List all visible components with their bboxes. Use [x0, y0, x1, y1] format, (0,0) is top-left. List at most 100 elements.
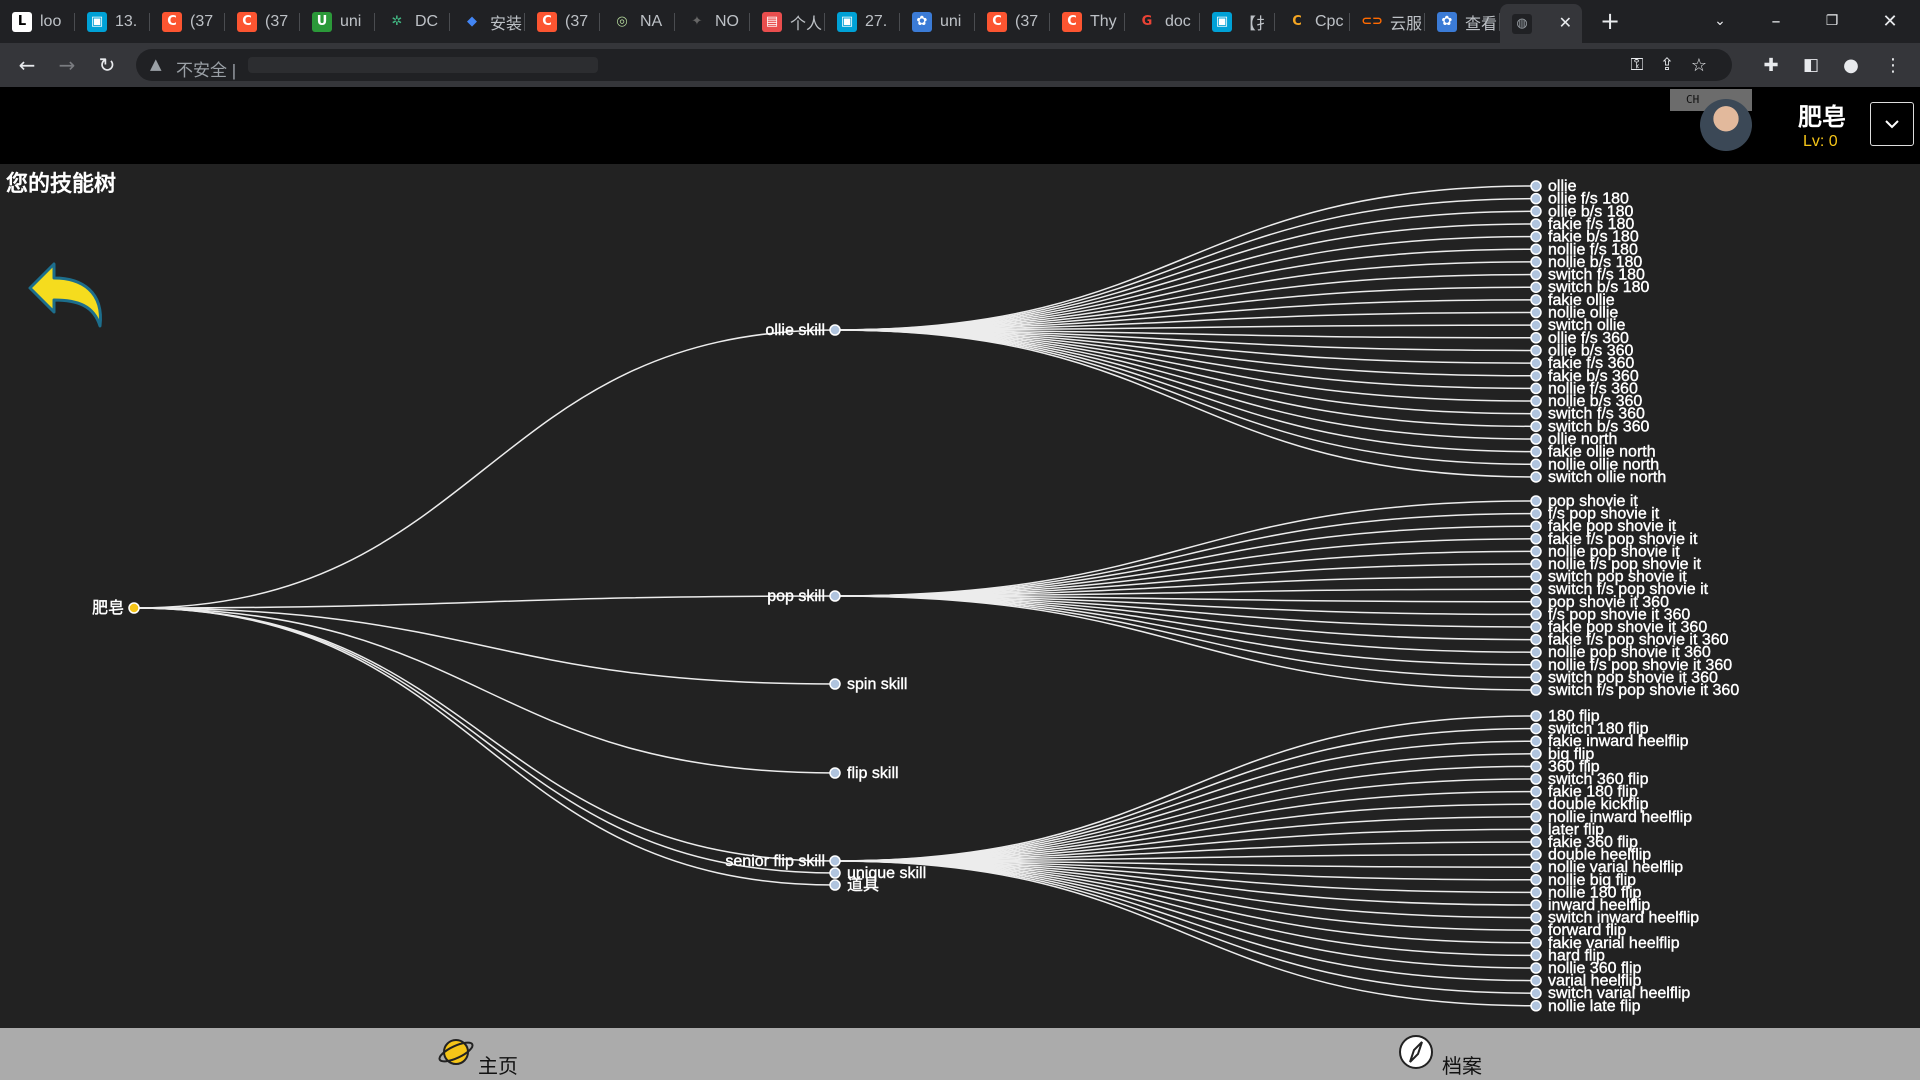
trick-node[interactable] [1530, 949, 1542, 962]
trick-node[interactable] [1530, 570, 1542, 583]
trick-node[interactable] [1530, 760, 1542, 773]
trick-node[interactable] [1530, 180, 1542, 192]
trick-node[interactable] [1530, 924, 1542, 936]
browser-tab[interactable]: C (37 [975, 4, 1050, 39]
trick-node[interactable] [1530, 306, 1542, 319]
forward-arrow-icon[interactable]: → [52, 50, 82, 80]
browser-tab[interactable]: ▣ 27. [825, 4, 900, 39]
trick-node[interactable] [1530, 823, 1542, 836]
skill-node-1[interactable] [829, 590, 841, 602]
trick-node[interactable] [1530, 596, 1542, 608]
key-icon[interactable]: ⚿ [1622, 50, 1652, 80]
trick-node[interactable] [1530, 243, 1542, 255]
trick-node[interactable] [1530, 382, 1542, 395]
user-dropdown-button[interactable] [1870, 102, 1914, 146]
trick-node[interactable] [1530, 344, 1542, 357]
trick-node[interactable] [1530, 319, 1542, 331]
trick-node[interactable] [1530, 445, 1542, 458]
trick-node[interactable] [1530, 659, 1542, 671]
trick-node[interactable] [1530, 911, 1542, 924]
trick-node[interactable] [1530, 533, 1542, 545]
browser-tab[interactable]: C Cpc [1275, 4, 1350, 39]
trick-node[interactable] [1530, 192, 1542, 205]
trick-node[interactable] [1530, 395, 1542, 407]
trick-node[interactable] [1530, 974, 1542, 987]
trick-node[interactable] [1530, 748, 1542, 760]
close-window-button[interactable]: ✕ [1870, 6, 1910, 36]
avatar[interactable] [1700, 99, 1752, 151]
new-tab-button[interactable]: + [1590, 6, 1630, 36]
trick-node[interactable] [1530, 370, 1542, 382]
trick-node[interactable] [1530, 294, 1542, 306]
trick-node[interactable] [1530, 545, 1542, 558]
trick-node[interactable] [1530, 987, 1542, 999]
trick-node[interactable] [1530, 357, 1542, 369]
extensions-icon[interactable]: ✚ [1756, 50, 1786, 80]
tab-close-icon[interactable]: ✕ [1559, 13, 1572, 33]
share-icon[interactable]: ⇪ [1652, 50, 1682, 80]
skill-node-2[interactable] [829, 678, 841, 690]
browser-tab[interactable]: ⊂⊃ 云服 [1350, 4, 1425, 39]
skill-node-3[interactable] [829, 767, 841, 779]
trick-node[interactable] [1530, 798, 1542, 810]
trick-node[interactable] [1530, 230, 1542, 243]
skill-node-5[interactable] [829, 867, 841, 879]
browser-tab[interactable]: ▣ 13. [75, 4, 150, 39]
trick-node[interactable] [1530, 520, 1542, 532]
nav-archive[interactable]: 档案 [1398, 1028, 1518, 1080]
browser-tab[interactable]: ✦ NO [675, 4, 750, 39]
browser-tab[interactable]: C (37 [525, 4, 600, 39]
url-text[interactable] [248, 57, 598, 73]
trick-node[interactable] [1530, 471, 1542, 483]
trick-node[interactable] [1530, 205, 1542, 218]
trick-node[interactable] [1530, 773, 1542, 785]
trick-node[interactable] [1530, 861, 1542, 873]
trick-node[interactable] [1530, 420, 1542, 433]
root-node[interactable] [128, 602, 140, 614]
browser-tab[interactable]: ◎ NA [600, 4, 675, 39]
browser-tab[interactable]: ◆ 安装 [450, 4, 525, 39]
browser-tab[interactable]: ▣ 【扌 [1200, 4, 1275, 39]
trick-node[interactable] [1530, 633, 1542, 646]
browser-tab[interactable]: ▤ 个人 [750, 4, 825, 39]
trick-node[interactable] [1530, 1000, 1542, 1012]
profile-icon[interactable]: ● [1836, 50, 1866, 80]
trick-node[interactable] [1530, 671, 1542, 684]
browser-tab[interactable]: ✿ uni [900, 4, 975, 39]
trick-node[interactable] [1530, 621, 1542, 633]
trick-node[interactable] [1530, 281, 1542, 293]
trick-node[interactable] [1530, 785, 1542, 798]
trick-node[interactable] [1530, 937, 1542, 949]
trick-node[interactable] [1530, 458, 1542, 471]
minimize-button[interactable]: – [1756, 6, 1796, 36]
browser-tab[interactable]: C (37 [225, 4, 300, 39]
trick-node[interactable] [1530, 886, 1542, 899]
skill-node-0[interactable] [829, 324, 841, 336]
trick-node[interactable] [1530, 433, 1542, 445]
reload-icon[interactable]: ↻ [92, 50, 122, 80]
trick-node[interactable] [1530, 848, 1542, 861]
nav-home[interactable]: 主页 [436, 1028, 556, 1080]
bookmark-star-icon[interactable]: ☆ [1684, 50, 1714, 80]
browser-tab[interactable]: C Thy [1050, 4, 1125, 39]
browser-tab[interactable]: Gdoc [1125, 4, 1200, 39]
trick-node[interactable] [1530, 407, 1542, 420]
trick-node[interactable] [1530, 583, 1542, 595]
menu-kebab-icon[interactable]: ⋮ [1878, 50, 1908, 80]
trick-node[interactable] [1530, 962, 1542, 974]
trick-node[interactable] [1530, 811, 1542, 823]
trick-node[interactable] [1530, 256, 1542, 268]
restore-button[interactable]: ❐ [1812, 6, 1852, 36]
side-panel-icon[interactable]: ◧ [1796, 50, 1826, 80]
skill-node-4[interactable] [829, 855, 841, 867]
trick-node[interactable] [1530, 495, 1542, 507]
trick-node[interactable] [1530, 874, 1542, 886]
trick-node[interactable] [1530, 684, 1542, 696]
trick-node[interactable] [1530, 332, 1542, 344]
browser-tab[interactable]: Lloo [0, 4, 75, 39]
browser-tab[interactable]: Uuni [300, 4, 375, 39]
browser-tab[interactable]: ✲ DC [375, 4, 450, 39]
trick-node[interactable] [1530, 268, 1542, 281]
trick-node[interactable] [1530, 218, 1542, 230]
trick-node[interactable] [1530, 507, 1542, 520]
